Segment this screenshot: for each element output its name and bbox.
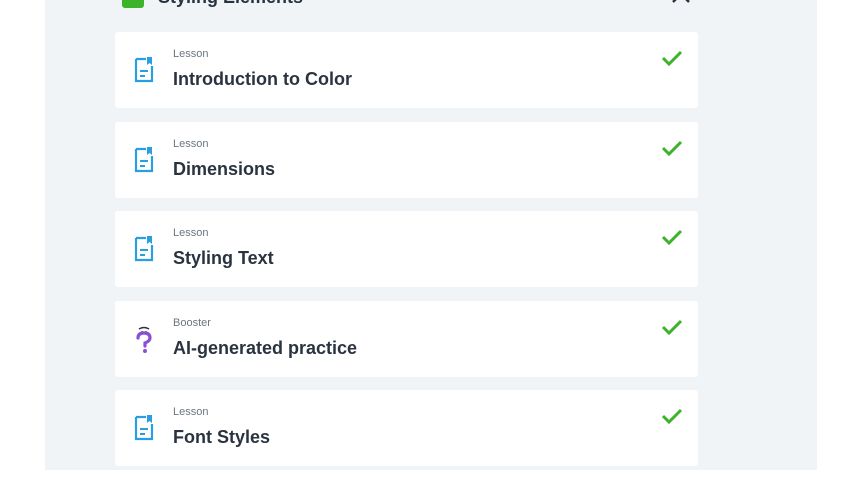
item-type-label: Lesson: [173, 227, 209, 239]
item-title: Dimensions: [173, 158, 276, 179]
lesson-doc-icon: [134, 146, 154, 172]
question-mark-icon: [136, 326, 152, 353]
item-title: Introduction to Color: [173, 69, 352, 89]
completed-check-icon: [661, 408, 683, 425]
list-item[interactable]: Lesson Font Styles: [115, 390, 698, 466]
item-title: Font Styles: [173, 427, 271, 447]
section-complete-check-icon: [122, 0, 144, 8]
lesson-doc-icon: [134, 57, 154, 83]
item-type-label: Booster: [173, 316, 211, 329]
completed-check-icon: [661, 50, 683, 67]
item-type-label: Lesson: [173, 137, 209, 150]
item-type-label: Lesson: [173, 48, 209, 60]
completed-check-icon: [661, 319, 683, 335]
item-title: AI-generated practice: [173, 337, 358, 358]
item-type-label: Lesson: [173, 406, 209, 418]
section-title: Styling Elements: [158, 0, 303, 8]
completed-check-icon: [661, 229, 683, 246]
list-item[interactable]: Lesson Styling Text: [115, 211, 698, 287]
section-header[interactable]: Styling Elements: [122, 0, 692, 8]
lesson-list: Lesson Introduction to Color Lesson Dime…: [115, 32, 698, 480]
list-item[interactable]: Lesson Introduction to Color: [115, 32, 698, 108]
lesson-doc-icon: [134, 415, 154, 441]
item-title: Styling Text: [173, 248, 274, 268]
list-item[interactable]: Booster AI-generated practice: [115, 300, 698, 377]
list-item[interactable]: Lesson Dimensions: [115, 121, 698, 198]
lesson-doc-icon: [134, 236, 154, 262]
chevron-up-icon[interactable]: [670, 0, 692, 4]
completed-check-icon: [661, 140, 683, 156]
